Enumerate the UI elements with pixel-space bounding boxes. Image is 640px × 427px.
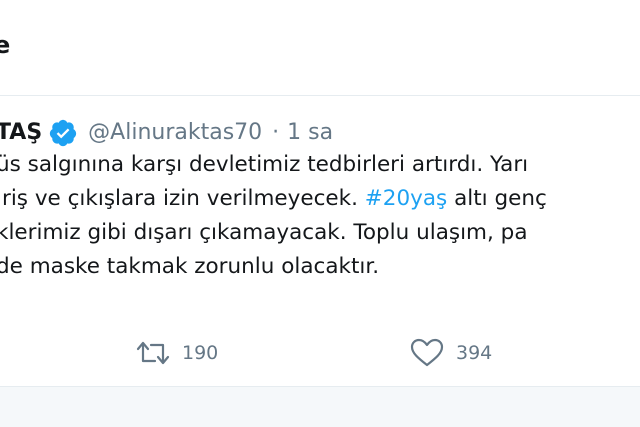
tweet-text: üs salgınına karşı devletimiz tedbirleri…: [0, 148, 640, 284]
tweet-line: klerimiz gibi dışarı çıkamayacak. Toplu …: [0, 220, 528, 245]
header-title: e: [0, 31, 11, 59]
author-name[interactable]: TAŞ: [0, 119, 42, 147]
tweet-line: üs salgınına karşı devletimiz tedbirleri…: [0, 152, 529, 177]
tweet-card[interactable]: TAŞ @Alinuraktas70 · 1 sa üs salgınına k…: [0, 96, 640, 386]
bottom-area: [0, 387, 640, 427]
tweet-header: TAŞ @Alinuraktas70 · 1 sa: [0, 118, 333, 148]
page: e TAŞ @Alinuraktas70 · 1 sa üs salgınına…: [0, 0, 640, 427]
header-area: e: [0, 0, 640, 95]
tweet-line: de maske takmak zorunlu olacaktır.: [0, 254, 380, 279]
retweet-count: 190: [182, 342, 219, 364]
author-handle[interactable]: @Alinuraktas70: [88, 119, 262, 147]
retweet-button[interactable]: 190: [136, 336, 218, 370]
like-button[interactable]: 394: [410, 336, 492, 370]
tweet-line: iriş ve çıkışlara izin verilmeyecek. #20…: [0, 186, 547, 211]
heart-icon: [410, 338, 444, 368]
verified-badge-icon: [48, 118, 78, 148]
timestamp[interactable]: 1 sa: [287, 119, 333, 147]
like-count: 394: [456, 342, 493, 364]
separator-dot: ·: [272, 120, 280, 145]
tweet-actions: 190 394: [0, 336, 640, 370]
hashtag-link[interactable]: #20yaş: [365, 186, 447, 211]
retweet-icon: [136, 339, 170, 367]
